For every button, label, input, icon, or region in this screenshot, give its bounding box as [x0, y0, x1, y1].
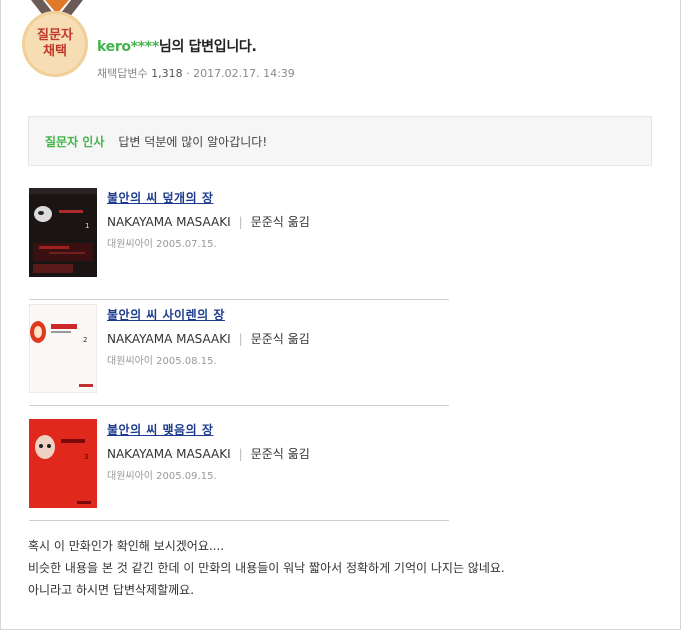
book-title-link[interactable]: 불안의 씨 맺음의 장	[107, 421, 213, 438]
author-divider: |	[238, 332, 243, 346]
book-authors: NAKAYAMA MASAAKI | 문준식 옮김	[107, 213, 310, 230]
answer-body-line: 아니라고 하시면 답변삭제할께요.	[28, 583, 195, 597]
adopted-medal-icon: 질문자 채택	[22, 11, 88, 77]
author-divider: |	[238, 447, 243, 461]
author-id-link[interactable]: kero	[97, 39, 131, 55]
author-suffix: 님의 답변입니다.	[158, 39, 257, 55]
svg-text:2: 2	[83, 336, 87, 344]
book-translator: 문준식 옮김	[250, 332, 310, 346]
author-id-mask: ****	[130, 39, 159, 55]
answer-body: 혹시 이 만화인가 확인해 보시겠어요.... 비슷한 내용을 본 것 같긴 한…	[28, 535, 505, 601]
answer-body-line: 비슷한 내용을 본 것 같긴 한데 이 만화의 내용들이 워낙 짧아서 정확하게…	[28, 561, 505, 575]
adopt-count-label: 채택답변수	[97, 67, 148, 80]
book-author: NAKAYAMA MASAAKI	[107, 447, 231, 461]
answer-body-line: 혹시 이 만화인가 확인해 보시겠어요....	[28, 539, 225, 553]
book-title-link[interactable]: 불안의 씨 사이렌의 장	[107, 306, 225, 323]
book-cover-image[interactable]: 2	[29, 304, 97, 393]
book-authors: NAKAYAMA MASAAKI | 문준식 옮김	[107, 445, 310, 462]
medal-line1: 질문자	[37, 28, 73, 43]
book-translator: 문준식 옮김	[250, 447, 310, 461]
divider	[29, 520, 449, 521]
author-divider: |	[238, 215, 243, 229]
book-cover-image[interactable]: 3	[29, 419, 97, 508]
answer-header: kero****님의 답변입니다. 채택답변수 1,318 · 2017.02.…	[97, 36, 295, 81]
book-item: 3 불안의 씨 맺음의 장 NAKAYAMA MASAAKI | 문준식 옮김 대원…	[29, 405, 449, 521]
book-item: 2 불안의 씨 사이렌의 장 NAKAYAMA MASAAKI | 문준식 옮김 대…	[29, 290, 449, 406]
meta-separator: ·	[186, 67, 190, 80]
questioner-greeting: 질문자 인사 답변 덕분에 많이 알아갑니다!	[28, 116, 652, 166]
adopt-count: 1,318	[151, 67, 183, 80]
book-translator: 문준식 옮김	[250, 215, 310, 229]
book-title-link[interactable]: 불안의 씨 덮개의 장	[107, 189, 213, 206]
book-author: NAKAYAMA MASAAKI	[107, 332, 231, 346]
book-publisher-date: 대원씨아이 2005.08.15.	[107, 356, 217, 367]
svg-text:1: 1	[85, 222, 89, 230]
answer-date: 2017.02.17. 14:39	[193, 67, 295, 80]
book-publisher-date: 대원씨아이 2005.09.15.	[107, 471, 217, 482]
author-line: kero****님의 답변입니다.	[97, 36, 295, 56]
book-authors: NAKAYAMA MASAAKI | 문준식 옮김	[107, 330, 310, 347]
book-publisher-date: 대원씨아이 2005.07.15.	[107, 239, 217, 250]
greeting-label: 질문자 인사	[45, 134, 105, 149]
svg-text:3: 3	[84, 453, 88, 461]
greeting-text: 답변 덕분에 많이 알아갑니다!	[118, 134, 268, 149]
book-cover-image[interactable]: 1	[29, 188, 97, 277]
answer-meta: 채택답변수 1,318 · 2017.02.17. 14:39	[97, 65, 295, 81]
book-item: 1 불안의 씨 덮개의 장 NAKAYAMA MASAAKI | 문준식 옮김 대원…	[29, 184, 449, 300]
book-author: NAKAYAMA MASAAKI	[107, 215, 231, 229]
medal-line2: 채택	[43, 44, 67, 59]
